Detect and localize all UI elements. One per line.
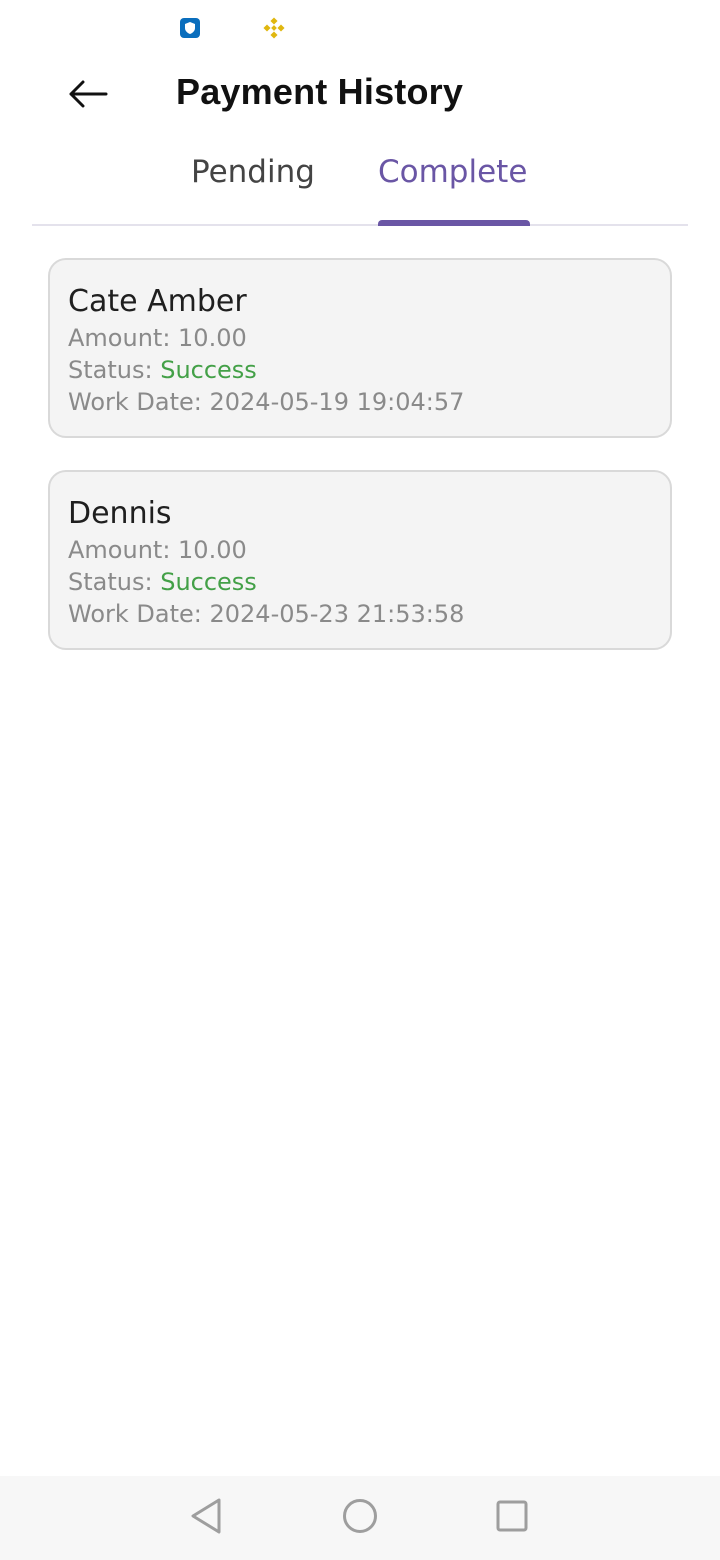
payment-list: Cate Amber Amount: 10.00 Status: Success… [48,258,672,682]
status-value: Success [160,568,257,596]
page-title: Payment History [176,71,464,112]
amount-label: Amount: [68,324,179,352]
active-tab-indicator [378,220,530,226]
system-nav-bar [0,1476,720,1560]
nav-back-icon [189,1497,223,1540]
date-label: Work Date: [68,388,210,416]
payment-date-row: Work Date: 2024-05-19 19:04:57 [68,386,670,418]
status-label: Status: [68,568,161,596]
nav-recents-button[interactable] [492,1498,532,1538]
payment-date-row: Work Date: 2024-05-23 21:53:58 [68,598,670,630]
nav-recents-icon [495,1499,529,1538]
payment-card[interactable]: Cate Amber Amount: 10.00 Status: Success… [48,258,672,438]
payment-card[interactable]: Dennis Amount: 10.00 Status: Success Wor… [48,470,672,650]
date-value: 2024-05-23 21:53:58 [209,600,465,628]
amount-value: 10.00 [178,536,247,564]
payment-name: Dennis [68,496,172,531]
status-label: Status: [68,356,161,384]
payment-amount-row: Amount: 10.00 [68,534,670,566]
tab-bar: Pending Complete [32,140,688,226]
amount-value: 10.00 [178,324,247,352]
date-label: Work Date: [68,600,210,628]
payment-status-row: Status: Success [68,566,670,598]
app-header: Payment History [0,56,720,136]
binance-app-icon [263,17,285,39]
arrow-left-icon [68,80,108,113]
payment-name: Cate Amber [68,284,247,319]
screen: Payment History Pending Complete Cate Am… [0,0,720,1560]
amount-label: Amount: [68,536,179,564]
nav-home-button[interactable] [340,1498,380,1538]
status-value: Success [160,356,257,384]
payment-status-row: Status: Success [68,354,670,386]
date-value: 2024-05-19 19:04:57 [209,388,465,416]
nav-home-icon [342,1498,378,1539]
shield-app-icon [179,17,201,39]
payment-amount-row: Amount: 10.00 [68,322,670,354]
tab-pending[interactable]: Pending [191,154,315,226]
back-button[interactable] [52,64,124,128]
nav-back-button[interactable] [186,1498,226,1538]
tab-complete[interactable]: Complete [378,154,527,226]
status-bar [0,0,720,56]
